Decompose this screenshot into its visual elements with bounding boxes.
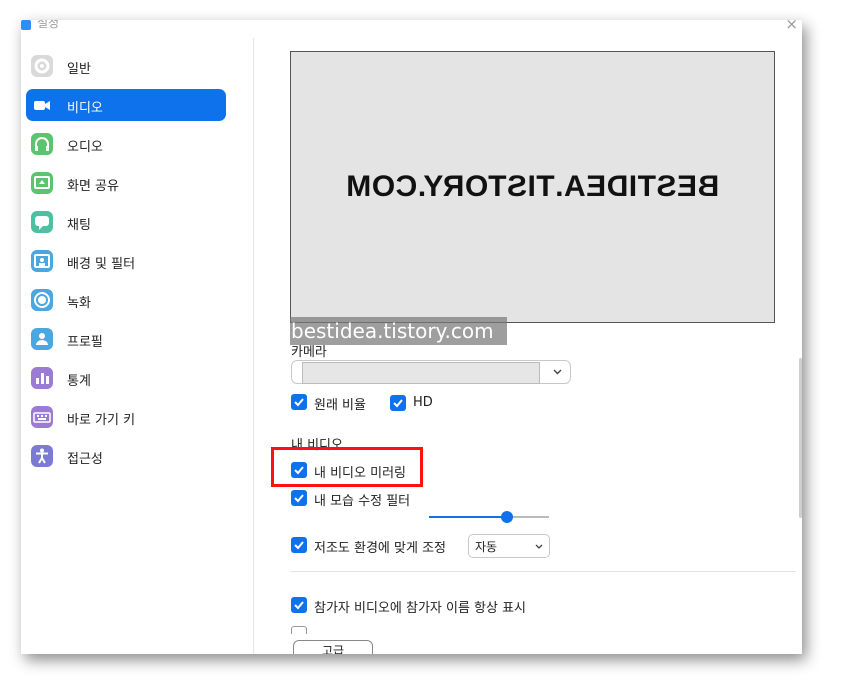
sidebar-item-label: 배경 및 필터 (67, 257, 136, 272)
mirror-option-highlight (271, 447, 423, 487)
check-icon (393, 399, 403, 408)
camera-select-value (302, 362, 540, 384)
sidebar-item-profile[interactable]: 프로필 (26, 323, 226, 355)
preview-mirrored-text: BESTIDEA.TISTORY.COM (345, 170, 720, 203)
sidebar-item-statistics[interactable]: 통계 (26, 362, 226, 394)
settings-window: 설정 × 일반 비디오 오디오 화면 공유 채팅 배경 및 필터 녹화 프로필 … (21, 20, 802, 654)
sidebar-item-share-screen[interactable]: 화면 공유 (26, 167, 226, 199)
camera-preview: BESTIDEA.TISTORY.COM (290, 51, 775, 323)
content-scrollbar[interactable] (799, 358, 802, 518)
background-icon (31, 250, 53, 272)
slider-thumb[interactable] (501, 511, 513, 523)
low-light-mode-select[interactable]: 자동 (468, 534, 550, 558)
low-light-checkbox[interactable] (291, 537, 307, 553)
window-title: 설정 (37, 20, 60, 30)
sidebar-item-label: 화면 공유 (67, 179, 119, 194)
section-divider (291, 571, 796, 572)
hd-checkbox[interactable] (390, 395, 406, 411)
original-ratio-label: 원래 비율 (314, 398, 366, 413)
accessibility-icon (31, 445, 53, 467)
stats-icon (31, 367, 53, 389)
headphones-icon (31, 133, 53, 155)
check-icon (294, 494, 304, 503)
chevron-down-icon (535, 544, 543, 549)
zoom-app-icon (21, 20, 31, 30)
touch-up-checkbox[interactable] (291, 490, 307, 506)
original-ratio-option: 원래 비율 (291, 394, 381, 413)
touch-up-label: 내 모습 수정 필터 (314, 494, 411, 509)
check-icon (294, 398, 304, 407)
sidebar-item-audio[interactable]: 오디오 (26, 128, 226, 160)
video-camera-icon (31, 94, 53, 116)
partially-hidden-option (291, 626, 511, 634)
camera-label: 카메라 (291, 345, 327, 360)
gear-icon (31, 55, 53, 77)
chat-bubble-icon (31, 211, 53, 233)
sidebar-item-background[interactable]: 배경 및 필터 (26, 245, 226, 277)
sidebar-item-general[interactable]: 일반 (26, 50, 226, 82)
low-light-label: 저조도 환경에 맞게 조정 (314, 541, 446, 556)
keyboard-icon (31, 406, 53, 428)
hd-option: HD (390, 395, 440, 413)
sidebar-item-label: 프로필 (67, 335, 103, 350)
always-show-names-option: 참가자 비디오에 참가자 이름 항상 표시 (291, 597, 551, 616)
sidebar-item-label: 일반 (67, 62, 91, 77)
share-screen-icon (31, 172, 53, 194)
chevron-down-icon (553, 369, 562, 375)
sidebar-item-shortcuts[interactable]: 바로 가기 키 (26, 401, 226, 433)
video-settings-panel: BESTIDEA.TISTORY.COM bestidea.tistory.co… (254, 38, 802, 654)
original-ratio-checkbox[interactable] (291, 394, 307, 410)
hd-label: HD (413, 395, 433, 410)
record-icon (31, 289, 53, 311)
sidebar-item-label: 오디오 (67, 140, 103, 155)
sidebar-item-chat[interactable]: 채팅 (26, 206, 226, 238)
sidebar-item-label: 채팅 (67, 218, 91, 233)
always-show-names-label: 참가자 비디오에 참가자 이름 항상 표시 (314, 601, 527, 616)
sidebar-item-label: 통계 (67, 374, 91, 389)
profile-icon (31, 328, 53, 350)
sidebar-item-label: 비디오 (67, 101, 103, 116)
touch-up-option: 내 모습 수정 필터 (291, 490, 421, 509)
camera-select[interactable] (291, 360, 571, 384)
partial-checkbox[interactable] (291, 626, 307, 634)
sidebar-item-label: 접근성 (67, 452, 103, 467)
check-icon (294, 601, 304, 610)
advanced-button[interactable]: 고급 (293, 640, 373, 654)
sidebar-item-label: 녹화 (67, 296, 91, 311)
low-light-mode-value: 자동 (475, 540, 498, 554)
sidebar-item-video[interactable]: 비디오 (26, 89, 226, 121)
sidebar-item-recording[interactable]: 녹화 (26, 284, 226, 316)
settings-sidebar: 일반 비디오 오디오 화면 공유 채팅 배경 및 필터 녹화 프로필 통계 바로… (21, 38, 254, 654)
low-light-option: 저조도 환경에 맞게 조정 (291, 537, 461, 556)
title-bar: 설정 × (21, 20, 802, 38)
close-button[interactable]: × (785, 20, 798, 33)
slider-fill (429, 516, 507, 518)
always-show-names-checkbox[interactable] (291, 597, 307, 613)
sidebar-item-label: 바로 가기 키 (67, 413, 136, 428)
touch-up-slider[interactable] (429, 511, 549, 523)
sidebar-item-accessibility[interactable]: 접근성 (26, 440, 226, 472)
check-icon (294, 541, 304, 550)
